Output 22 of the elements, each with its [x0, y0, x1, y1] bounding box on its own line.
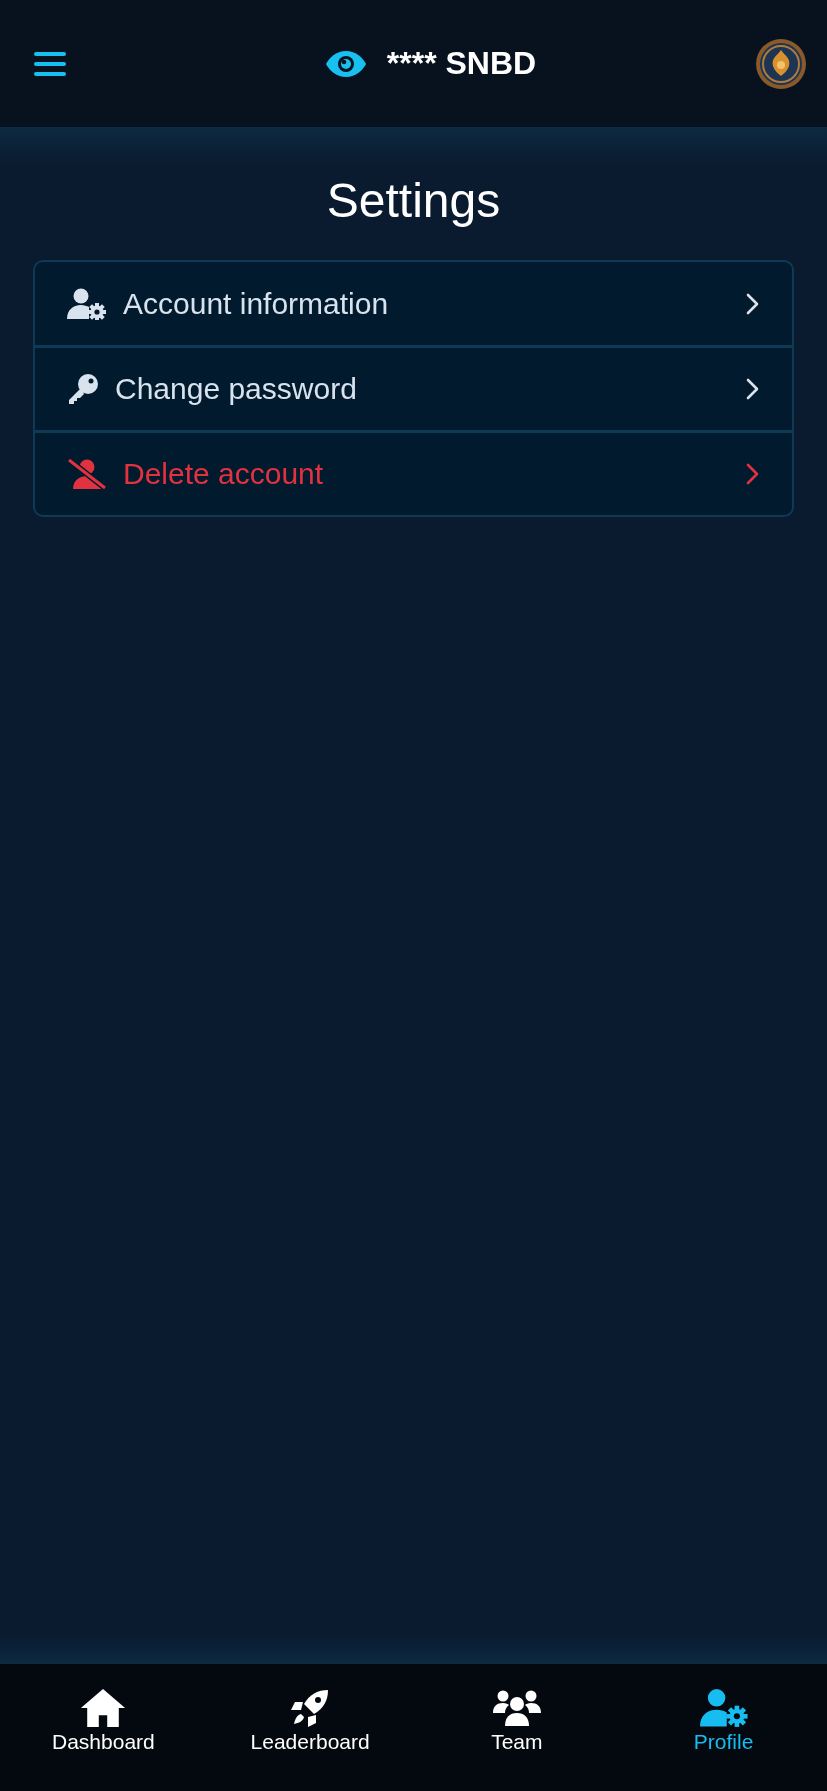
- settings-label: Account information: [123, 286, 390, 321]
- user-gear-icon: [67, 287, 107, 320]
- nav-tab[interactable]: Leaderboard: [206, 1687, 414, 1754]
- nav-tab[interactable]: Dashboard: [0, 1687, 207, 1754]
- chevron-right-icon: [746, 463, 760, 485]
- settings-item[interactable]: Account information: [35, 262, 792, 345]
- eye-icon[interactable]: [324, 49, 367, 78]
- menu-icon[interactable]: [34, 50, 66, 77]
- nav-tab[interactable]: Team: [413, 1687, 621, 1754]
- user-gear-icon: [699, 1687, 748, 1728]
- chevron-right-icon: [746, 292, 760, 315]
- coin-logo-icon[interactable]: [755, 37, 807, 90]
- settings-label: Delete account: [123, 457, 325, 491]
- settings-item[interactable]: Delete account: [35, 430, 792, 515]
- balance-text: **** SNBD: [386, 45, 537, 82]
- key-icon: [67, 373, 99, 405]
- nav-tab[interactable]: Profile: [620, 1687, 827, 1754]
- settings-label: Change password: [115, 372, 358, 406]
- settings-item[interactable]: Change password: [35, 345, 792, 430]
- page-title: Settings: [326, 173, 501, 229]
- user-slash-icon: [67, 458, 107, 490]
- chevron-right-icon: [746, 378, 760, 400]
